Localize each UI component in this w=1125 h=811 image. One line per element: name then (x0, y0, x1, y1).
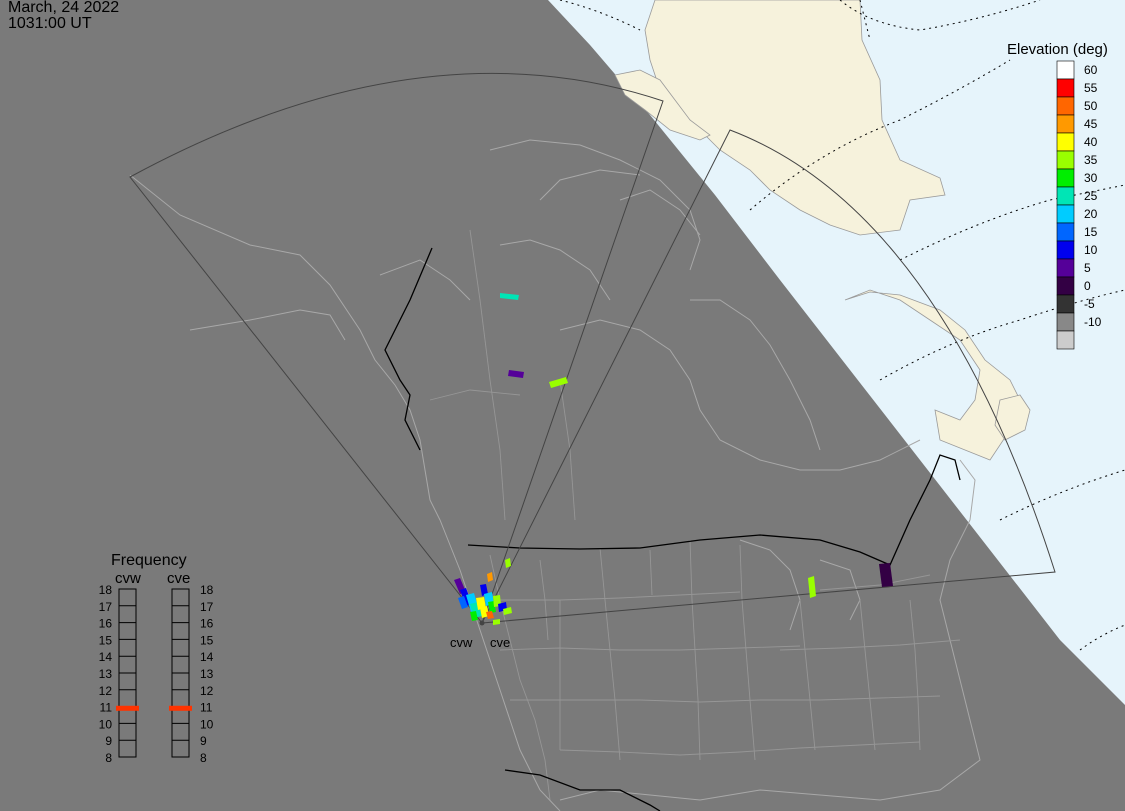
frequency-panel: Frequency cvw cve 18 18 17 17 16 16 15 15 14 14 13… (99, 552, 214, 765)
scatter-cell (508, 370, 524, 378)
frequency-tick-label: 14 (99, 650, 113, 664)
elevation-tick-label: -10 (1084, 315, 1102, 329)
elevation-tick-label: 5 (1084, 261, 1091, 275)
radar-label-cve: cve (490, 635, 510, 650)
elevation-tick-label: 55 (1084, 81, 1098, 95)
frequency-tick-label: 10 (200, 717, 214, 731)
frequency-tick-label: 13 (99, 667, 113, 681)
radar-label-cvw: cvw (450, 635, 473, 650)
elevation-tick-label: 35 (1084, 153, 1098, 167)
elevation-swatch (1056, 330, 1075, 350)
elevation-swatch (1056, 132, 1075, 152)
frequency-tick-label: 8 (200, 751, 207, 765)
elevation-swatch (1056, 78, 1075, 98)
scatter-cell (879, 563, 893, 587)
map-canvas: cvw cve Elevation (deg) 6055504540353025… (99, 0, 1125, 811)
frequency-tick-label: 15 (200, 633, 214, 647)
frequency-indicator (116, 705, 139, 711)
elevation-tick-label: 15 (1084, 225, 1098, 239)
frequency-tick-label: 16 (200, 617, 214, 631)
backscatter-cells (454, 293, 893, 625)
elevation-tick-label: 0 (1084, 279, 1091, 293)
elevation-tick-label: 20 (1084, 207, 1098, 221)
frequency-tick-label: 8 (105, 751, 112, 765)
frequency-indicator (169, 705, 192, 711)
elevation-tick-label: 10 (1084, 243, 1098, 257)
elevation-swatch (1056, 312, 1075, 332)
elevation-swatch (1056, 258, 1075, 278)
fov-map-display: cvw cve Elevation (deg) 60 55 50 45 40 35 30 25… (0, 0, 1125, 811)
elevation-swatch (1056, 276, 1075, 296)
frequency-tick-label: 12 (200, 684, 214, 698)
frequency-tick-label: 10 (99, 717, 113, 731)
frequency-tick-label: 11 (200, 701, 213, 715)
frequency-tick-label: 13 (200, 667, 214, 681)
scatter-cell (808, 576, 816, 598)
frequency-tick-label: 9 (105, 734, 112, 748)
elevation-swatch (1056, 114, 1075, 134)
frequency-scale-grid: 18 18 17 17 16 16 15 15 14 14 13 13 12 12 11 11 10 10 9 9 8 8 (99, 583, 214, 765)
frequency-tick-label: 14 (200, 650, 214, 664)
frequency-tick-label: 9 (200, 734, 207, 748)
elevation-swatch (1056, 204, 1075, 224)
elevation-swatch (1056, 240, 1075, 260)
frequency-tick-label: 11 (100, 701, 113, 715)
elevation-swatch (1056, 168, 1075, 188)
scatter-cell (487, 572, 493, 582)
elevation-tick-label: -5 (1084, 297, 1095, 311)
elevation-tick-label: 45 (1084, 117, 1098, 131)
radar-site-marker (479, 620, 485, 626)
frequency-tick-label: 17 (200, 600, 214, 614)
elevation-tick-label: 40 (1084, 135, 1098, 149)
frequency-tick-label: 18 (99, 583, 113, 597)
frequency-radar-label-cve: cve (167, 570, 190, 587)
elevation-legend-title: Elevation (deg) (1007, 41, 1108, 58)
frequency-tick-label: 15 (99, 633, 113, 647)
elevation-tick-label: 30 (1084, 171, 1098, 185)
elevation-swatch (1056, 222, 1075, 242)
frequency-title: Frequency (111, 552, 187, 569)
elevation-swatch (1056, 294, 1075, 314)
date-text: March, 24 2022 (8, 0, 120, 16)
frequency-tick-label: 17 (99, 600, 113, 614)
elevation-tick-label: 25 (1084, 189, 1098, 203)
scatter-cell (500, 293, 519, 300)
elevation-tick-label: 50 (1084, 99, 1098, 113)
elevation-swatch (1056, 60, 1075, 80)
frequency-tick-label: 12 (99, 684, 113, 698)
frequency-radar-label-cvw: cvw (115, 570, 141, 587)
timestamp-label: March, 24 2022 1031:00 UT (8, 0, 119, 32)
elevation-swatch (1056, 150, 1075, 170)
elevation-tick-label: 60 (1084, 63, 1098, 77)
time-text: 1031:00 UT (8, 15, 92, 32)
scatter-cell (549, 377, 568, 388)
elevation-swatch (1056, 96, 1075, 116)
frequency-tick-label: 18 (200, 583, 214, 597)
scatter-cell (493, 619, 500, 625)
frequency-tick-label: 16 (99, 617, 113, 631)
elevation-swatch (1056, 186, 1075, 206)
cvw-fov-outline (129, 72, 664, 625)
